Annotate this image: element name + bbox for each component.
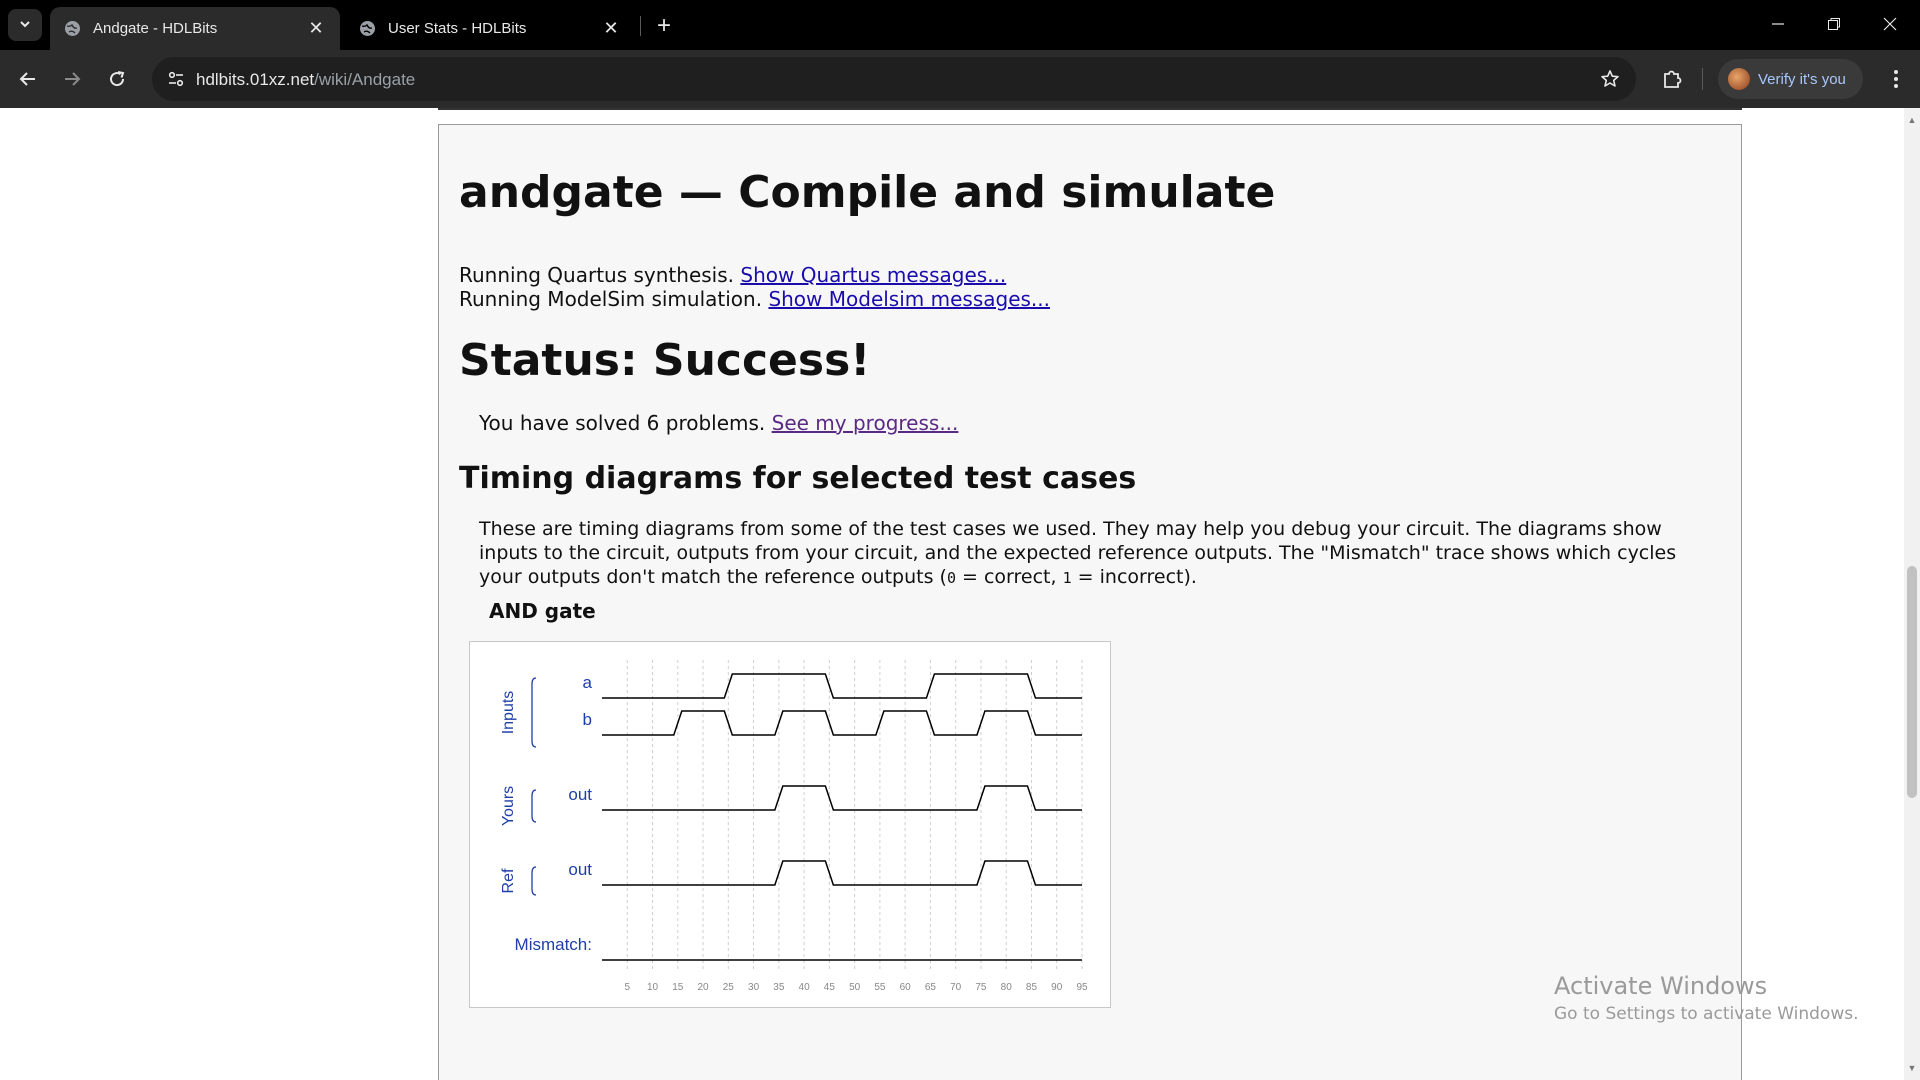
x-tick-label: 50	[849, 982, 861, 993]
arrow-left-icon[interactable]	[12, 63, 44, 95]
reload-icon[interactable]	[101, 63, 133, 95]
quartus-text: Running Quartus synthesis.	[459, 263, 741, 287]
scrollbar-thumb[interactable]	[1907, 566, 1917, 798]
signal-trace	[602, 710, 1082, 736]
tab-strip: Andgate - HDLBits ✕ User Stats - HDLBits…	[0, 0, 1920, 50]
url-host: hdlbits.01xz.net	[196, 70, 315, 89]
arrow-right-icon[interactable]	[56, 63, 88, 95]
address-bar[interactable]: hdlbits.01xz.net/wiki/Andgate	[152, 57, 1636, 101]
timing-diagram: 5 10 15 20 25 30 35 40 45 50 55 60 65 70 75 80 85 90 95 Inp…	[469, 641, 1111, 1008]
kebab-menu-icon[interactable]	[1880, 63, 1912, 95]
signal-trace	[602, 860, 1082, 886]
status-heading: Status: Success!	[459, 335, 871, 386]
quartus-messages-link[interactable]: Show Quartus messages...	[740, 263, 1006, 287]
plus-icon[interactable]: +	[650, 12, 678, 40]
tab-user-stats[interactable]: User Stats - HDLBits ✕	[345, 7, 635, 50]
timing-heading: Timing diagrams for selected test cases	[459, 461, 1137, 496]
tab-title: User Stats - HDLBits	[388, 20, 527, 37]
solved-line: You have solved 6 problems. See my progr…	[479, 411, 958, 435]
result-panel: andgate — Compile and simulate Running Q…	[438, 124, 1742, 1080]
timing-description: These are timing diagrams from some of t…	[479, 517, 1724, 590]
verify-label: Verify it's you	[1758, 70, 1846, 88]
close-window-icon[interactable]	[1862, 0, 1918, 48]
chevron-down-icon	[18, 17, 32, 34]
x-tick-label: 55	[874, 982, 886, 993]
page-title: andgate — Compile and simulate	[459, 167, 1276, 218]
scroll-down-icon[interactable]: ▼	[1904, 1060, 1920, 1076]
avatar	[1728, 68, 1750, 90]
group-brace	[531, 866, 537, 896]
signal-trace	[602, 673, 1082, 699]
activate-windows-watermark: Activate Windows Go to Settings to activ…	[1554, 972, 1859, 1024]
signal-label: Mismatch:	[515, 935, 592, 954]
timing-diagram-svg: 5 10 15 20 25 30 35 40 45 50 55 60 65 70 75 80 85 90 95 Inp…	[500, 660, 1088, 993]
url-text: hdlbits.01xz.net/wiki/Andgate	[196, 70, 415, 90]
signal-trace	[602, 785, 1082, 811]
x-tick-label: 65	[925, 982, 937, 993]
x-tick-label: 80	[1001, 982, 1013, 993]
url-path: /wiki/Andgate	[314, 70, 416, 89]
group-brace	[531, 677, 537, 748]
x-tick-label: 5	[624, 982, 630, 993]
x-tick-label: 20	[697, 982, 709, 993]
puzzle-icon[interactable]	[1656, 63, 1688, 95]
scroll-up-icon[interactable]: ▲	[1904, 112, 1920, 128]
close-icon[interactable]: ✕	[599, 17, 623, 41]
x-tick-label: 70	[950, 982, 962, 993]
minimize-icon[interactable]	[1750, 0, 1806, 48]
globe-icon	[64, 20, 81, 37]
x-tick-label: 90	[1051, 982, 1063, 993]
group-label: Ref	[500, 868, 517, 893]
tune-icon[interactable]	[162, 65, 190, 93]
close-icon[interactable]: ✕	[304, 17, 328, 41]
vertical-scrollbar[interactable]: ▲ ▼	[1904, 108, 1920, 1080]
progress-link[interactable]: See my progress...	[772, 411, 959, 435]
signal-label: out	[568, 785, 592, 804]
tab-title: Andgate - HDLBits	[93, 20, 218, 37]
watermark-title: Activate Windows	[1554, 972, 1768, 1000]
star-icon[interactable]	[1596, 65, 1624, 93]
group-label: Inputs	[500, 691, 517, 735]
x-tick-label: 40	[799, 982, 811, 993]
desc-part: = incorrect).	[1071, 566, 1197, 588]
signal-label: a	[583, 673, 593, 692]
group-label: Yours	[500, 786, 517, 826]
desc-part: = correct,	[955, 566, 1063, 588]
figure-title: AND gate	[489, 599, 596, 623]
browser-toolbar: hdlbits.01xz.net/wiki/Andgate Verify it'…	[0, 50, 1920, 108]
signal-label: out	[568, 860, 592, 879]
x-tick-label: 75	[975, 982, 987, 993]
divider	[438, 108, 1742, 110]
signal-label: b	[583, 710, 592, 729]
toolbar-separator	[1702, 68, 1703, 90]
solved-text: You have solved 6 problems.	[479, 411, 772, 435]
x-tick-label: 95	[1076, 982, 1088, 993]
tab-search-button[interactable]	[8, 9, 42, 41]
watermark-subtitle: Go to Settings to activate Windows.	[1554, 1004, 1859, 1024]
x-tick-label: 30	[748, 982, 760, 993]
group-brace	[531, 789, 537, 823]
x-tick-label: 10	[647, 982, 659, 993]
modelsim-messages-link[interactable]: Show Modelsim messages...	[768, 287, 1050, 311]
tab-andgate[interactable]: Andgate - HDLBits ✕	[50, 7, 340, 50]
x-tick-label: 45	[824, 982, 836, 993]
x-tick-label: 60	[900, 982, 912, 993]
page-viewport: andgate — Compile and simulate Running Q…	[0, 108, 1904, 1080]
tab-separator	[640, 16, 641, 36]
modelsim-text: Running ModelSim simulation.	[459, 287, 769, 311]
modelsim-line: Running ModelSim simulation. Show Models…	[459, 287, 1050, 311]
x-tick-label: 35	[773, 982, 785, 993]
x-tick-label: 15	[672, 982, 684, 993]
x-tick-label: 25	[723, 982, 735, 993]
restore-icon[interactable]	[1806, 0, 1862, 48]
globe-icon	[359, 20, 376, 37]
code-one: 1	[1062, 569, 1072, 587]
code-zero: 0	[946, 569, 956, 587]
verify-profile-button[interactable]: Verify it's you	[1718, 59, 1863, 99]
quartus-line: Running Quartus synthesis. Show Quartus …	[459, 263, 1006, 287]
x-tick-label: 85	[1026, 982, 1038, 993]
